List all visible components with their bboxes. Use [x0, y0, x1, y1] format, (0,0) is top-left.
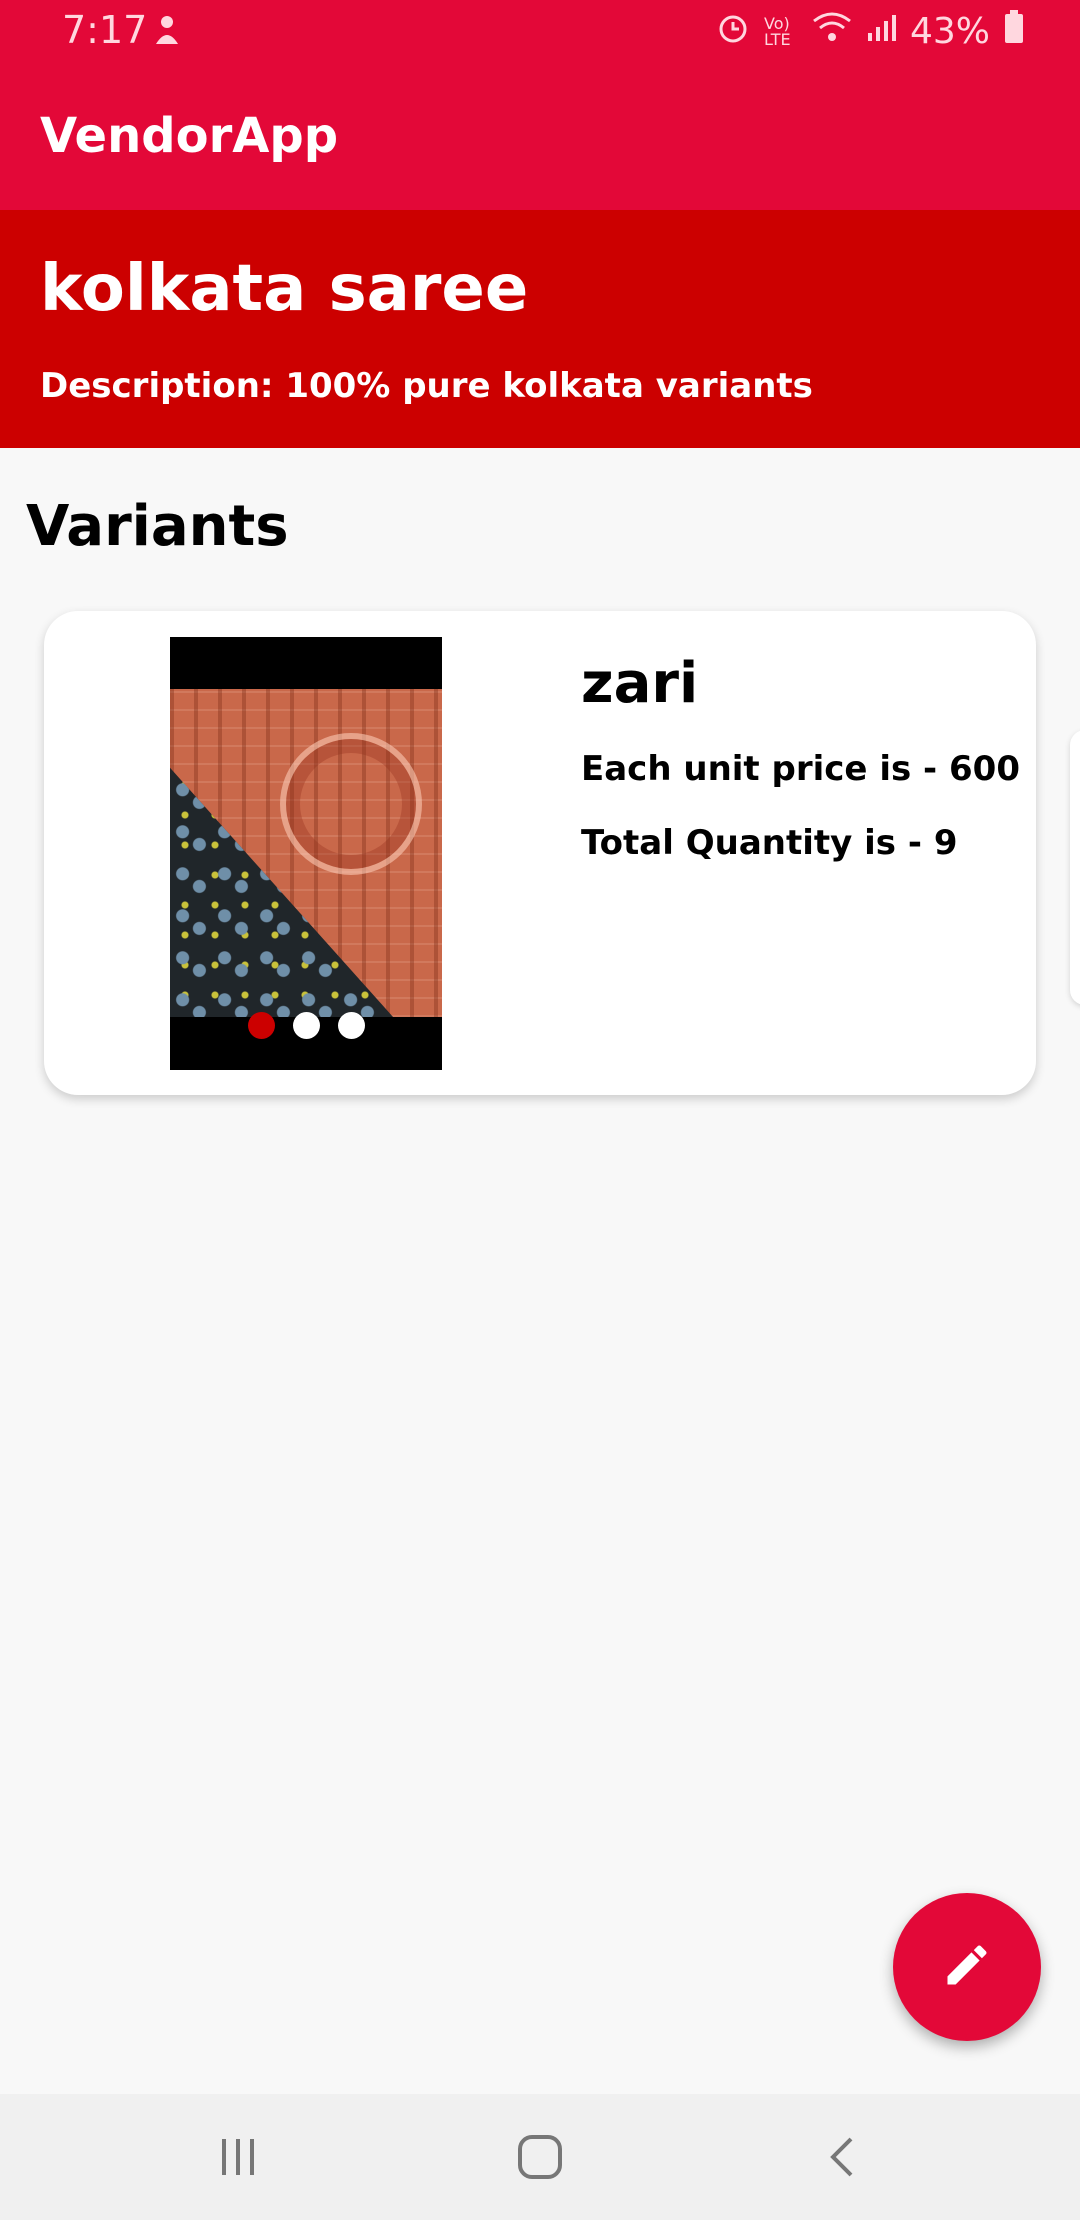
- variant-name: zari: [581, 651, 699, 716]
- system-nav-bar: [0, 2094, 1080, 2220]
- alarm-icon: [716, 10, 750, 53]
- notification-icon: [152, 14, 182, 52]
- product-header: kolkata saree Description: 100% pure kol…: [0, 210, 1080, 448]
- carousel-dot[interactable]: [248, 1012, 275, 1039]
- wifi-icon: [812, 11, 852, 52]
- signal-icon: [866, 11, 896, 52]
- recent-apps-button[interactable]: [193, 2124, 283, 2190]
- variant-card[interactable]: zari Each unit price is - 600 Total Quan…: [44, 611, 1036, 1095]
- status-bar: 7:17 Vo) LTE 43%: [0, 0, 1080, 62]
- battery-text: 43%: [909, 11, 990, 52]
- app-title: VendorApp: [40, 108, 339, 164]
- saree-pattern: [280, 733, 422, 875]
- carousel-dot[interactable]: [293, 1012, 320, 1039]
- volte-icon: Vo) LTE: [763, 13, 791, 49]
- variants-heading: Variants: [26, 494, 289, 559]
- battery-icon: [1004, 10, 1024, 53]
- variant-quantity: Total Quantity is - 9: [581, 823, 958, 863]
- product-name: kolkata saree: [40, 252, 529, 326]
- variant-price: Each unit price is - 600: [581, 749, 1020, 789]
- product-description: Description: 100% pure kolkata variants: [40, 366, 813, 406]
- carousel-indicator: [248, 1012, 365, 1039]
- status-time: 7:17: [62, 8, 148, 52]
- variant-image-carousel[interactable]: [170, 637, 442, 1070]
- carousel-dot[interactable]: [338, 1012, 365, 1039]
- edit-button[interactable]: [893, 1893, 1041, 2041]
- home-button[interactable]: [495, 2124, 585, 2190]
- back-button[interactable]: [797, 2124, 887, 2190]
- next-variant-card-edge[interactable]: [1070, 730, 1080, 1005]
- edit-pencil-icon: [941, 1939, 993, 1995]
- app-bar: VendorApp: [0, 62, 1080, 210]
